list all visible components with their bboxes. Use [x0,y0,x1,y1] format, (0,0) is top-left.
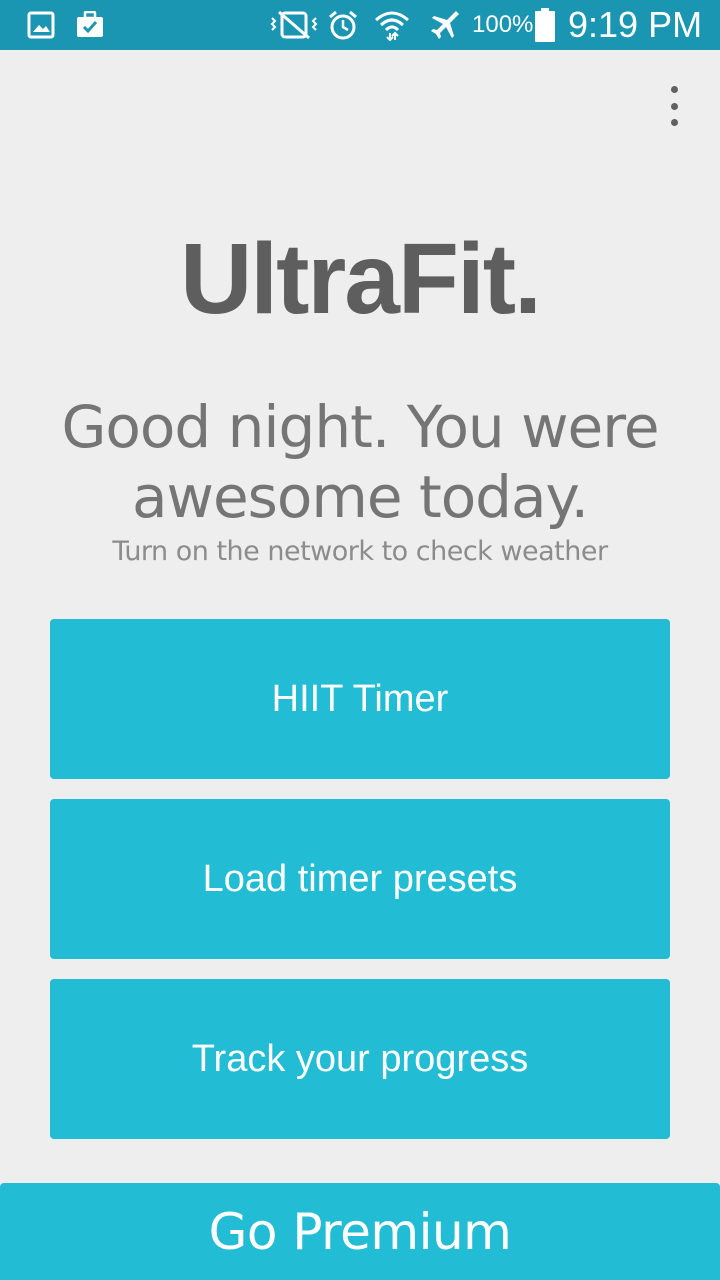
alarm-icon [326,0,360,50]
hiit-timer-button[interactable]: HIIT Timer [50,619,670,779]
vibrate-icon [268,0,320,50]
greeting-line-2: awesome today. [131,463,589,531]
load-presets-button[interactable]: Load timer presets [50,799,670,959]
go-premium-button[interactable]: Go Premium [0,1183,720,1280]
hiit-timer-label: HIIT Timer [271,677,449,720]
wifi-icon [374,0,410,50]
status-time: 9:19 PM [568,4,703,45]
track-progress-button[interactable]: Track your progress [50,979,670,1139]
status-bar: 100% 9:19 PM [0,0,720,50]
greeting-line-1: Good night. You were [61,393,659,461]
go-premium-label: Go Premium [208,1202,512,1261]
battery-percent: 100% [472,11,534,38]
gallery-icon [26,0,56,50]
load-presets-label: Load timer presets [202,857,518,900]
track-progress-label: Track your progress [191,1037,529,1080]
weather-note: Turn on the network to check weather [112,536,608,567]
task-check-icon [74,0,106,50]
greeting-message: Good night. You were awesome today. [40,392,680,532]
airplane-mode-icon [428,0,462,50]
battery-icon [534,0,556,50]
app-title: UltraFit. [180,223,542,335]
more-vert-icon[interactable] [662,86,686,126]
